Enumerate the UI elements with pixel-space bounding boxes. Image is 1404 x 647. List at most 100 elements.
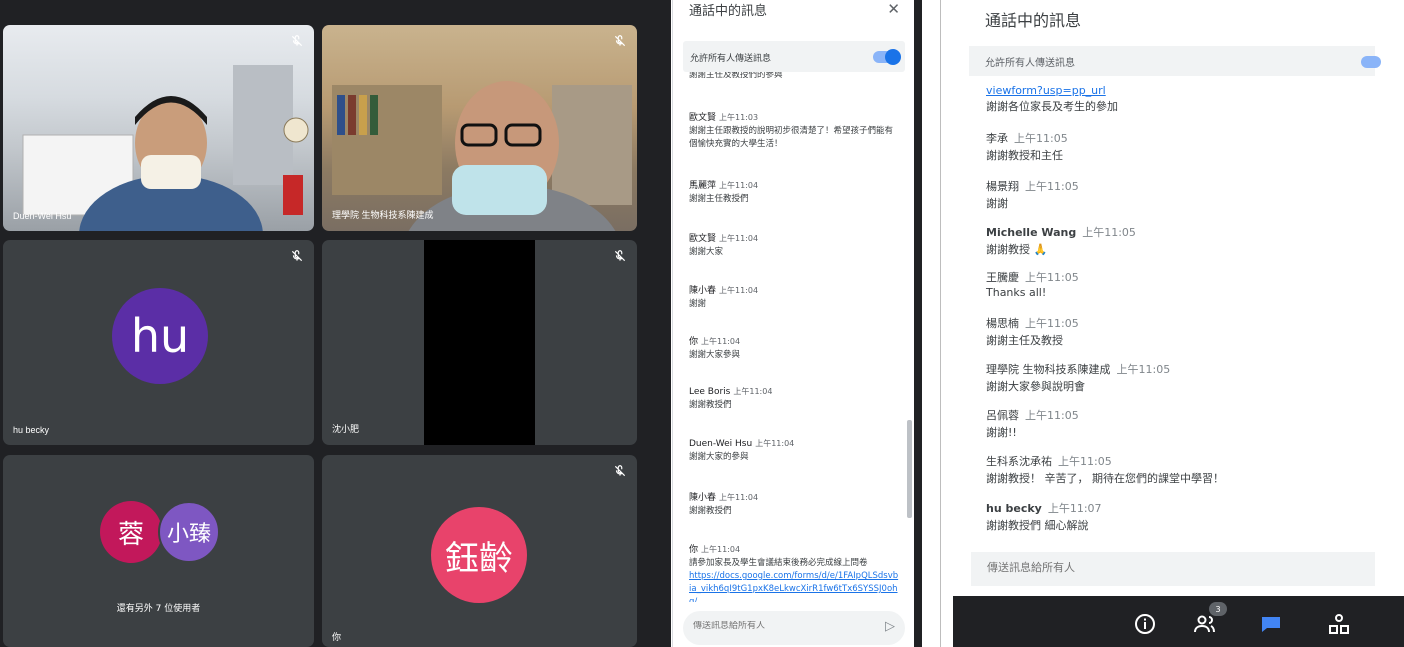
mic-off-icon — [291, 250, 303, 262]
timestamp: 上午11:03 — [719, 113, 759, 122]
message-text: 謝謝主任教授們 — [689, 194, 749, 204]
sender: 歐文賢 — [689, 234, 717, 244]
chat-message: 生科系沈承祐 上午11:05 謝謝教授！ 辛苦了， 期待在您們的課堂中學習！ — [986, 453, 1386, 486]
sender: 馬麗萍 — [689, 181, 717, 191]
message-text: 謝謝大家 — [689, 247, 724, 257]
avatar: hu — [112, 288, 208, 384]
chat-message: 王騰慶 上午11:05 Thanks all! — [986, 269, 1386, 299]
message-text: 謝謝大家參與 — [689, 350, 741, 360]
chat-title: 通話中的訊息 — [985, 11, 1082, 30]
chat-message: 你上午11:04 謝謝大家參與 — [689, 334, 899, 362]
video-tile-duen-wei-hsu[interactable]: Duen-Wei Hsu — [3, 25, 314, 231]
message-text: Thanks all! — [986, 286, 1047, 299]
mic-off-icon — [291, 35, 303, 47]
chat-input-box — [971, 552, 1375, 586]
chat-message: 理學院 生物科技系陳建成 上午11:05 謝謝大家參與說明會 — [986, 361, 1386, 394]
sender: Duen-Wei Hsu — [689, 439, 753, 449]
participant-name: hu becky — [13, 425, 50, 435]
allow-messages-label: 允許所有人傳送訊息 — [690, 54, 772, 64]
video-tile-shen-xiao-fei[interactable]: 沈小肥 — [322, 240, 637, 445]
timestamp: 上午11:04 — [719, 286, 759, 295]
mic-off-icon — [614, 250, 626, 262]
timestamp: 上午11:05 — [1058, 455, 1112, 468]
timestamp: 上午11:07 — [1047, 502, 1102, 515]
divider — [922, 0, 940, 647]
chat-message: 楊思楠 上午11:05 謝謝主任及教授 — [986, 315, 1386, 348]
participant-name: Duen-Wei Hsu — [13, 211, 72, 221]
timestamp: 上午11:04 — [755, 439, 795, 448]
video-tile-self[interactable]: 鈺齡 你 — [322, 455, 637, 647]
chat-message: 陳小春 上午11:04 謝謝教授們 — [689, 490, 899, 518]
mic-off-icon — [614, 35, 626, 47]
send-icon[interactable]: ▷ — [885, 619, 895, 634]
video-tile-chen-jian-cheng[interactable]: 理學院 生物科技系陳建成 — [322, 25, 637, 231]
sender: 理學院 生物科技系陳建成 — [986, 363, 1111, 376]
chat-message: 李承 上午11:05 謝謝教授和主任 — [986, 130, 1386, 163]
message-text: 請參加家長及學生會議結束後務必完成線上問卷 — [689, 558, 868, 568]
timestamp: 上午11:04 — [719, 234, 759, 243]
chat-title: 通話中的訊息 — [689, 3, 768, 18]
chat-message: viewform?usp=pp_url 謝謝各位家長及考生的參加 — [986, 84, 1386, 114]
sender: 呂佩蓉 — [986, 409, 1019, 422]
sender: Lee Boris — [689, 387, 731, 397]
avatar: 小臻 — [158, 501, 220, 563]
close-icon[interactable]: ✕ — [887, 0, 900, 18]
timestamp: 上午11:05 — [1014, 132, 1068, 145]
allow-messages-label: 允許所有人傳送訊息 — [985, 58, 1075, 69]
sender: 楊思楠 — [986, 317, 1019, 330]
survey-link[interactable]: viewform?usp=pp_url — [986, 84, 1386, 97]
sender: 生科系沈承祐 — [986, 455, 1052, 468]
mic-off-icon — [614, 465, 626, 477]
divider — [914, 0, 922, 647]
participant-name: 你 — [332, 632, 342, 642]
people-count-badge: 3 — [1209, 602, 1227, 616]
participant-video-duen-wei-hsu — [22, 65, 309, 231]
allow-messages-toggle[interactable] — [1361, 56, 1381, 68]
clipped-message: 謝謝主任及教授們的參與 — [689, 72, 783, 80]
timestamp: 上午11:05 — [1025, 409, 1079, 422]
message-text: 謝謝各位家長及考生的參加 — [986, 100, 1118, 113]
chat-scrollbar[interactable] — [907, 420, 912, 518]
video-tile-hu-becky[interactable]: hu hu becky — [3, 240, 314, 445]
survey-link[interactable]: https://docs.google.com/forms/d/e/1FAIpQ… — [689, 570, 899, 602]
message-text: 謝謝教授們 — [689, 506, 732, 516]
sender: 你 — [689, 545, 699, 555]
sender: Michelle Wang — [986, 226, 1077, 239]
chat-icon[interactable] — [1259, 612, 1283, 636]
message-text: 謝謝主任跟教授的說明初步很清楚了！希望孩子們能有個愉快充實的大學生活！ — [689, 126, 894, 149]
participant-name: 理學院 生物科技系陳建成 — [332, 210, 434, 220]
message-text: 謝謝教授！ 辛苦了， 期待在您們的課堂中學習！ — [986, 472, 1224, 485]
message-text: 謝謝教授們 細心解說 — [986, 519, 1089, 532]
info-icon[interactable] — [1133, 612, 1157, 636]
sender: 陳小春 — [689, 493, 717, 503]
participant-video-black — [424, 240, 535, 445]
chat-message: 呂佩蓉 上午11:05 謝謝!! — [986, 407, 1386, 440]
chat-message-list[interactable]: 謝謝主任及教授們的參與 歐文賢 上午11:03 謝謝主任跟教授的說明初步很清楚了！… — [673, 72, 905, 602]
chat-message: Duen-Wei Hsu 上午11:04 謝謝大家的參與 — [689, 438, 899, 464]
message-text: 謝謝大家參與說明會 — [986, 380, 1085, 393]
timestamp: 上午11:04 — [733, 387, 773, 396]
chat-message: 馬麗萍 上午11:04 謝謝主任教授們 — [689, 178, 899, 206]
chat-message-input[interactable] — [987, 561, 1287, 574]
message-text: 謝謝教授們 — [689, 400, 732, 410]
timestamp: 上午11:04 — [719, 493, 759, 502]
chat-message-input[interactable] — [693, 621, 863, 631]
chat-input-box: ▷ — [683, 611, 905, 645]
chat-message: 歐文賢 上午11:04 謝謝大家 — [689, 231, 899, 259]
participant-name: 沈小肥 — [332, 424, 360, 434]
bottom-toolbar: 3 — [953, 596, 1404, 647]
timestamp: 上午11:04 — [701, 545, 741, 554]
timestamp: 上午11:04 — [719, 181, 759, 190]
timestamp: 上午11:05 — [1025, 317, 1079, 330]
video-tile-others[interactable]: 蓉 小臻 還有另外 7 位使用者 — [3, 455, 314, 647]
others-count-label: 還有另外 7 位使用者 — [116, 604, 201, 614]
allow-messages-toggle[interactable] — [873, 49, 901, 65]
message-text: 謝謝教授和主任 — [986, 149, 1063, 162]
chat-message: 你上午11:04 請參加家長及學生會議結束後務必完成線上問卷 https://d… — [689, 542, 899, 602]
timestamp: 上午11:05 — [1116, 363, 1171, 376]
message-text: 謝謝教授 🙏 — [986, 243, 1048, 256]
activities-icon[interactable] — [1327, 612, 1351, 636]
toggle-knob — [885, 49, 901, 65]
message-text: 謝謝大家的參與 — [689, 452, 749, 462]
message-text: 謝謝主任及教授 — [986, 334, 1063, 347]
